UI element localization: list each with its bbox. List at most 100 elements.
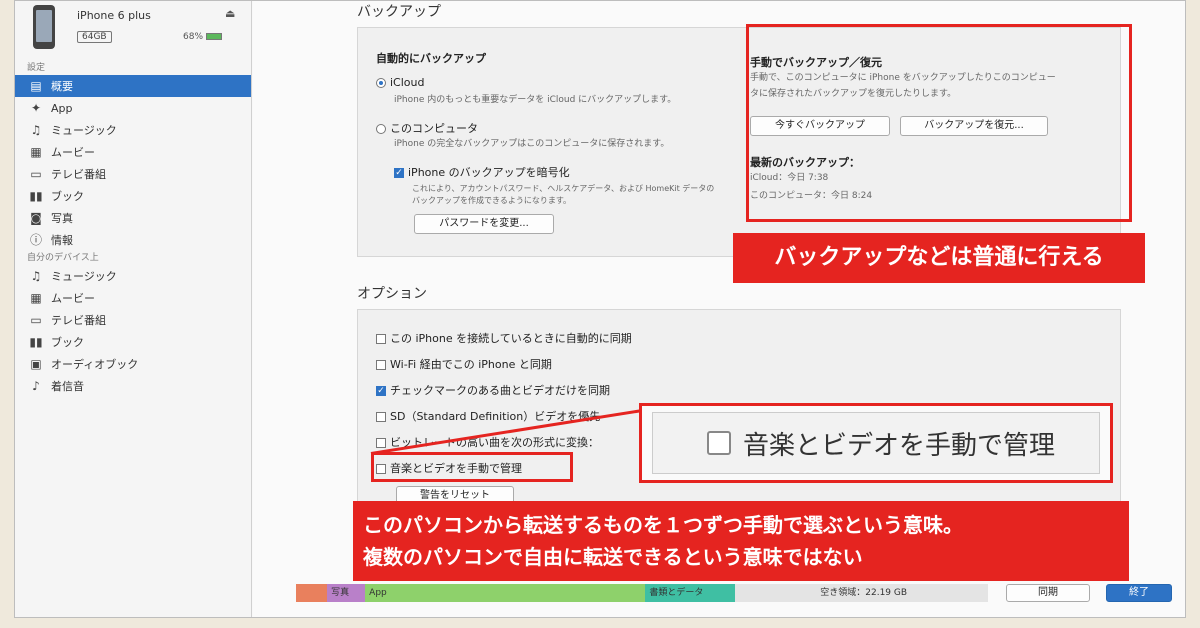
encrypt-checkbox[interactable]: ✓ iPhone のバックアップを暗号化 — [394, 164, 570, 180]
option-checked-only[interactable]: ✓ チェックマークのある曲とビデオだけを同期 — [376, 382, 610, 398]
sidebar-item-label: オーディオブック — [51, 358, 139, 371]
explanation-line-1: このパソコンから転送するものを１つずつ手動で選ぶという意味。 — [363, 513, 963, 537]
books-icon: ▮▮ — [29, 335, 43, 349]
callout-label: 音楽とビデオを手動で管理 — [743, 430, 1056, 461]
iphone-icon — [33, 5, 55, 49]
checkmark-icon: ✓ — [376, 386, 386, 396]
capacity-segment: 写真 — [327, 584, 366, 602]
sidebar-item-label: 着信音 — [51, 380, 84, 393]
checkbox-icon — [707, 431, 731, 455]
option-wifi-sync[interactable]: Wi-Fi 経由でこの iPhone と同期 — [376, 356, 552, 372]
encrypt-desc-2: バックアップを作成できるようになります。 — [412, 196, 572, 205]
option-label: この iPhone を接続しているときに自動的に同期 — [390, 332, 632, 345]
radio-icon — [376, 124, 386, 134]
music-icon: ♫ — [30, 123, 42, 137]
option-label: ビットレートの高い曲を次の形式に変換： — [390, 436, 599, 449]
sync-button[interactable]: 同期 — [1006, 584, 1090, 602]
photos-icon: ◙ — [30, 211, 42, 225]
ringtone-icon: ♪ — [32, 379, 40, 393]
sidebar-item-apps[interactable]: ✦ App — [15, 97, 251, 119]
annotation-banner-backup: バックアップなどは普通に行える — [733, 233, 1145, 283]
sidebar-section-on-device: 自分のデバイス上 — [27, 253, 99, 263]
sidebar-item-label: ブック — [51, 190, 84, 203]
capacity-segment — [296, 584, 328, 602]
callout-checkbox-zoom: 音楽とビデオを手動で管理 — [652, 412, 1100, 474]
battery-icon — [206, 33, 223, 40]
sidebar: iPhone 6 plus ⏏ 64GB 68% 設定 ▤ 概要 ✦ App ♫ ミュ… — [15, 1, 252, 617]
sidebar-item-label: ブック — [51, 336, 84, 349]
icloud-radio[interactable]: iCloud — [376, 76, 424, 89]
backup-heading: バックアップ — [357, 4, 441, 20]
sidebar-section-settings: 設定 — [27, 63, 46, 73]
tv-icon: ▭ — [30, 167, 42, 181]
radio-selected-icon — [376, 78, 386, 88]
checkbox-icon — [376, 412, 386, 422]
music-icon: ♫ — [30, 269, 42, 283]
audiobooks-icon: ▣ — [30, 357, 42, 371]
capacity-badge: 64GB — [77, 31, 112, 43]
movies-icon: ▦ — [30, 291, 42, 305]
sidebar-item-device-audiobooks[interactable]: ▣ オーディオブック — [15, 353, 251, 375]
device-header[interactable]: iPhone 6 plus ⏏ 64GB 68% — [15, 1, 251, 61]
sidebar-item-tv[interactable]: ▭ テレビ番組 — [15, 163, 251, 185]
sidebar-item-movies[interactable]: ▦ ムービー — [15, 141, 251, 163]
annotation-box-manual-backup — [746, 24, 1132, 222]
capacity-segment: 書類とデータ — [645, 584, 736, 602]
capacity-segment: App — [365, 584, 646, 602]
sidebar-item-label: ムービー — [51, 146, 95, 159]
sidebar-item-device-tv[interactable]: ▭ テレビ番組 — [15, 309, 251, 331]
sidebar-item-music[interactable]: ♫ ミュージック — [15, 119, 251, 141]
eject-icon[interactable]: ⏏ — [225, 7, 235, 20]
computer-label: このコンピュータ — [390, 122, 478, 135]
sidebar-item-summary[interactable]: ▤ 概要 — [15, 75, 251, 97]
icloud-label: iCloud — [390, 76, 425, 89]
options-heading: オプション — [357, 286, 427, 302]
option-label: Wi-Fi 経由でこの iPhone と同期 — [390, 358, 552, 371]
sidebar-item-label: 写真 — [51, 212, 73, 225]
checkbox-icon — [376, 334, 386, 344]
annotation-box-manual-manage — [371, 452, 573, 482]
sidebar-item-label: テレビ番組 — [51, 168, 106, 181]
movies-icon: ▦ — [30, 145, 42, 159]
computer-desc: iPhone の完全なバックアップはこのコンピュータに保存されます。 — [394, 139, 670, 149]
sidebar-item-label: ミュージック — [51, 124, 117, 137]
tv-icon: ▭ — [30, 313, 42, 327]
itunes-window: iPhone 6 plus ⏏ 64GB 68% 設定 ▤ 概要 ✦ App ♫ ミュ… — [14, 0, 1186, 618]
sidebar-item-label: ムービー — [51, 292, 95, 305]
auto-backup-heading: 自動的にバックアップ — [376, 52, 486, 65]
sidebar-item-device-ringtones[interactable]: ♪ 着信音 — [15, 375, 251, 397]
checkbox-icon — [376, 360, 386, 370]
summary-icon: ▤ — [30, 79, 42, 93]
annotation-banner-explanation: このパソコンから転送するものを１つずつ手動で選ぶという意味。 複数のパソコンで自… — [353, 501, 1129, 581]
sidebar-item-label: 概要 — [51, 80, 73, 93]
change-password-button[interactable]: パスワードを変更... — [414, 214, 554, 234]
battery-status: 68% — [183, 32, 223, 42]
option-auto-sync[interactable]: この iPhone を接続しているときに自動的に同期 — [376, 330, 632, 346]
books-icon: ▮▮ — [29, 189, 43, 203]
sidebar-item-label: テレビ番組 — [51, 314, 106, 327]
explanation-line-2: 複数のパソコンで自由に転送できるという意味ではない — [363, 545, 863, 569]
sidebar-item-device-music[interactable]: ♫ ミュージック — [15, 265, 251, 287]
sidebar-item-label: 情報 — [51, 234, 73, 247]
capacity-segment: 空き領域：22.19 GB — [735, 584, 988, 602]
encrypt-label: iPhone のバックアップを暗号化 — [408, 166, 570, 179]
option-label: チェックマークのある曲とビデオだけを同期 — [390, 384, 610, 397]
sidebar-item-label: App — [51, 102, 73, 115]
battery-percent: 68% — [183, 32, 204, 42]
sidebar-item-photos[interactable]: ◙ 写真 — [15, 207, 251, 229]
done-button[interactable]: 終了 — [1106, 584, 1172, 602]
sidebar-item-device-books[interactable]: ▮▮ ブック — [15, 331, 251, 353]
sidebar-item-device-movies[interactable]: ▦ ムービー — [15, 287, 251, 309]
device-name: iPhone 6 plus — [77, 9, 151, 22]
annotation-callout: 音楽とビデオを手動で管理 — [639, 403, 1113, 483]
apps-icon: ✦ — [30, 101, 42, 115]
main-content: バックアップ 自動的にバックアップ iCloud iPhone 内のもっとも重要… — [253, 1, 1185, 617]
computer-radio[interactable]: このコンピュータ — [376, 120, 478, 136]
sidebar-item-books[interactable]: ▮▮ ブック — [15, 185, 251, 207]
checkbox-icon — [376, 438, 386, 448]
icloud-desc: iPhone 内のもっとも重要なデータを iCloud にバックアップします。 — [394, 95, 677, 105]
info-icon: ⓘ — [29, 233, 42, 247]
sidebar-item-info[interactable]: ⓘ 情報 — [15, 229, 251, 251]
capacity-bar: 写真 App 書類とデータ 空き領域：22.19 GB — [296, 584, 988, 602]
checkmark-icon: ✓ — [394, 168, 404, 178]
